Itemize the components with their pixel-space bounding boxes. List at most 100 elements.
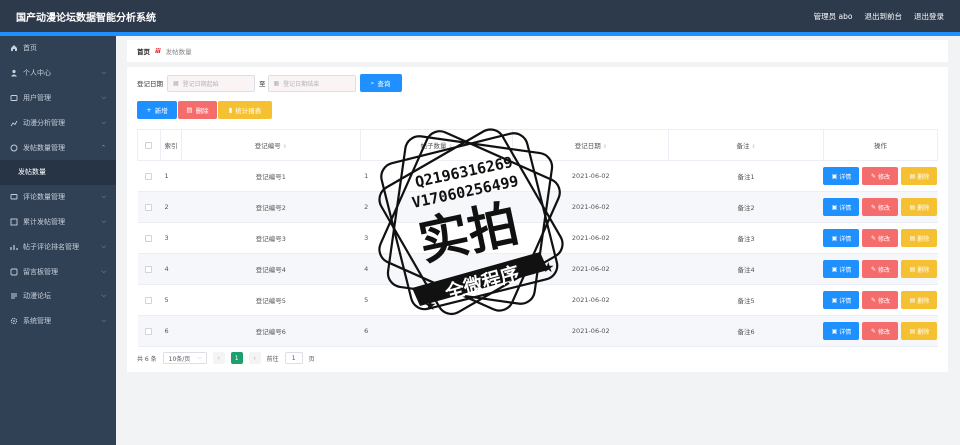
chevron-down-icon: ⌵ [101, 217, 106, 225]
detail-button[interactable]: ▣ 详情 [823, 167, 860, 185]
query-button-label: 查询 [377, 80, 391, 88]
delete-label: 删除 [917, 235, 930, 243]
logout-link[interactable]: 退出登录 [914, 11, 944, 22]
breadcrumb-home[interactable]: 首页 [137, 46, 150, 56]
search-icon: ⌕ [370, 78, 375, 87]
report-button[interactable]: ▮ 统计报表 [218, 101, 272, 119]
goto-label: 前往 [266, 355, 279, 363]
row-checkbox[interactable] [145, 327, 153, 335]
pencil-icon: ✎ [870, 234, 876, 242]
header-code[interactable]: 登记编号 ⇕ [180, 129, 361, 161]
detail-button[interactable]: ▣ 详情 [823, 198, 860, 216]
edit-button[interactable]: ✎ 修改 [862, 322, 899, 340]
sidebar-item-anime-analysis[interactable]: 动漫分析管理 ⌵ [0, 110, 116, 135]
header-code-label: 登记编号 [254, 142, 281, 150]
edit-button[interactable]: ✎ 修改 [862, 291, 899, 309]
cell-note: 备注1 [668, 160, 824, 192]
pencil-icon: ✎ [870, 327, 876, 335]
sidebar-item-label: 留言板管理 [23, 267, 58, 276]
sidebar-item-anime-forum[interactable]: 动漫论坛 ⌵ [0, 284, 116, 309]
cell-note: 备注5 [668, 284, 824, 316]
delete-button[interactable]: ▤ 删除 [901, 198, 938, 216]
detail-button[interactable]: ▣ 详情 [823, 229, 860, 247]
chevron-down-icon: ⌵ [101, 193, 106, 201]
sidebar-item-users[interactable]: 用户管理 ⌵ [0, 86, 116, 111]
bulk-delete-button[interactable]: ▤ 删除 [178, 101, 217, 119]
edit-button[interactable]: ✎ 修改 [862, 167, 899, 185]
sidebar-item-comment-rank[interactable]: 帖子评论排名管理 ⌵ [0, 234, 116, 259]
row-checkbox[interactable] [145, 234, 153, 242]
data-table: 索引 登记编号 ⇕ 帖子数量 ⇕ 登记日期 ⇕ 备注 ⇕ 操作 1 登记编号1 1 20… [137, 129, 939, 347]
query-button[interactable]: ⌕ 查询 [359, 74, 402, 92]
doc-icon: ▣ [831, 327, 838, 335]
delete-button[interactable]: ▤ 删除 [901, 322, 938, 340]
page-1-button[interactable]: 1 [230, 352, 243, 364]
trash-icon: ▤ [909, 203, 916, 211]
back-to-front-link[interactable]: 退出到前台 [865, 11, 903, 22]
delete-label: 删除 [917, 328, 930, 336]
goto-page-input[interactable]: 1 [284, 352, 303, 364]
post-icon [10, 144, 18, 152]
header-date[interactable]: 登记日期 ⇕ [512, 129, 670, 161]
cell-index: 3 [160, 222, 182, 254]
forum-icon [10, 292, 18, 300]
add-button[interactable]: + 新增 [137, 101, 177, 119]
table-row: 5 登记编号5 5 2021-06-02 备注5 ▣ 详情 ✎ 修改 ▤ 删除 [137, 284, 938, 316]
delete-button[interactable]: ▤ 删除 [901, 260, 938, 278]
prev-page-button[interactable]: ‹ [212, 352, 225, 364]
sort-icon[interactable]: ⇕ [448, 144, 452, 150]
cell-count: 3 [360, 222, 513, 254]
chevron-down-icon: ⌵ [101, 267, 106, 275]
sidebar-item-home[interactable]: 首页 [0, 36, 116, 61]
detail-button[interactable]: ▣ 详情 [823, 260, 860, 278]
chevron-up-icon: ⌃ [100, 144, 106, 152]
cell-note: 备注6 [668, 315, 824, 347]
trash-icon: ▤ [909, 234, 916, 242]
header-note[interactable]: 备注 ⇕ [668, 129, 824, 161]
top-bar: 国产动漫论坛数据智能分析系统 管理员 abo 退出到前台 退出登录 [0, 0, 960, 32]
sidebar-item-message-board[interactable]: 留言板管理 ⌵ [0, 259, 116, 284]
cell-ops: ▣ 详情 ✎ 修改 ▤ 删除 [823, 222, 938, 254]
sidebar-item-post-count[interactable]: 发帖数量管理 ⌃ [0, 135, 116, 160]
row-checkbox[interactable] [145, 296, 153, 304]
detail-label: 详情 [839, 297, 852, 305]
header-count-label: 帖子数量 [420, 142, 447, 150]
chevron-down-icon: ⌵ [197, 355, 202, 361]
detail-button[interactable]: ▣ 详情 [823, 291, 860, 309]
delete-button[interactable]: ▤ 删除 [901, 229, 938, 247]
sidebar-subitem-post-count[interactable]: 发帖数量 [0, 159, 116, 185]
row-checkbox[interactable] [145, 172, 153, 180]
row-checkbox[interactable] [145, 265, 153, 273]
delete-button[interactable]: ▤ 删除 [901, 291, 938, 309]
chart-icon [10, 119, 18, 127]
start-date-input[interactable]: ▦ 登记日期起始 [167, 74, 255, 92]
edit-label: 修改 [877, 266, 890, 274]
end-date-input[interactable]: ▦ 登记日期结束 [267, 74, 356, 92]
chevron-down-icon: ⌵ [101, 242, 106, 250]
page-size-select[interactable]: 10条/页 ⌵ [162, 352, 207, 364]
sidebar-item-profile[interactable]: 个人中心 ⌵ [0, 61, 116, 86]
next-page-button[interactable]: › [248, 352, 261, 364]
detail-button[interactable]: ▣ 详情 [823, 322, 860, 340]
trash-icon: ▤ [909, 327, 916, 335]
row-checkbox[interactable] [145, 203, 153, 211]
cell-date: 2021-06-02 [512, 315, 669, 347]
sort-icon[interactable]: ⇕ [603, 144, 607, 150]
sidebar-item-cumulative-posts[interactable]: 累计发帖管理 ⌵ [0, 210, 116, 235]
chevron-left-icon: ‹ [217, 354, 220, 362]
header-actions: 操作 [822, 129, 939, 161]
edit-label: 修改 [877, 297, 890, 305]
edit-button[interactable]: ✎ 修改 [862, 198, 899, 216]
delete-button[interactable]: ▤ 删除 [901, 167, 938, 185]
doc-icon: ▣ [831, 265, 838, 273]
sort-icon[interactable]: ⇕ [751, 144, 755, 150]
sort-icon[interactable]: ⇕ [283, 144, 287, 150]
select-all-cell [137, 129, 161, 161]
select-all-checkbox[interactable] [145, 141, 153, 149]
sidebar-item-system[interactable]: 系统管理 ⌵ [0, 309, 116, 334]
edit-button[interactable]: ✎ 修改 [862, 229, 899, 247]
sidebar-item-comment-count[interactable]: 评论数量管理 ⌵ [0, 185, 116, 210]
edit-button[interactable]: ✎ 修改 [862, 260, 899, 278]
header-count[interactable]: 帖子数量 ⇕ [359, 129, 514, 161]
doc-icon: ▣ [831, 234, 838, 242]
